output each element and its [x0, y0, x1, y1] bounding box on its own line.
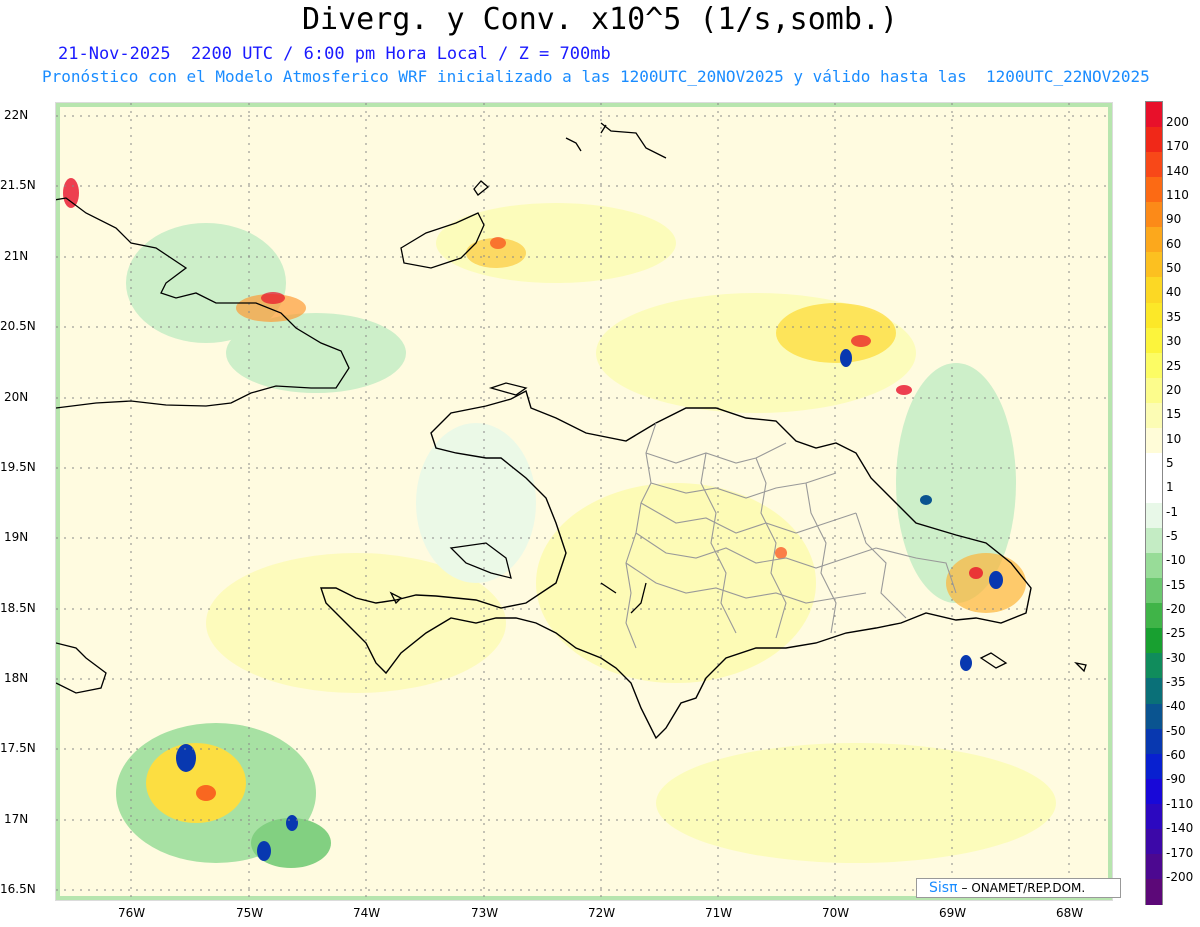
colorbar-label: -30	[1166, 650, 1186, 665]
colorbar-label: -50	[1166, 723, 1186, 738]
colorbar-label: -90	[1166, 772, 1186, 787]
colorbar-segment	[1146, 377, 1162, 404]
lat-label: 22N	[4, 108, 29, 122]
colorbar-segment	[1146, 628, 1162, 654]
colorbar-segment	[1146, 703, 1162, 730]
subtitle-date: 21-Nov-2025 2200 UTC / 6:00 pm Hora Loca…	[58, 44, 611, 64]
colorbar-segment	[1146, 302, 1162, 329]
colorbar-segment	[1146, 753, 1162, 780]
lat-label: 20.5N	[0, 319, 36, 333]
colorbar-segment	[1146, 728, 1162, 755]
colorbar-label: 50	[1166, 261, 1182, 276]
colorbar-label: -170	[1166, 845, 1194, 860]
lon-label: 71W	[705, 906, 733, 920]
lon-label: 74W	[353, 906, 381, 920]
lon-label: 73W	[471, 906, 499, 920]
lat-label: 18N	[4, 671, 29, 685]
subtitle-model: Pronóstico con el Modelo Atmosferico WRF…	[42, 67, 1150, 86]
colorbar-label: -25	[1166, 626, 1186, 641]
colorbar-segment	[1146, 578, 1162, 604]
colorbar-segment	[1146, 152, 1162, 178]
lat-label: 17N	[4, 812, 29, 826]
colorbar-segment	[1146, 678, 1162, 704]
colorbar-label: 40	[1166, 285, 1182, 300]
colorbar-segment	[1146, 452, 1162, 479]
lat-label: 19.5N	[0, 460, 36, 474]
lat-label: 21N	[4, 249, 29, 263]
colorbar-label: -200	[1166, 869, 1194, 884]
colorbar-segment	[1146, 528, 1162, 554]
colorbar-segment	[1146, 102, 1162, 128]
colorbar-label: 110	[1166, 188, 1189, 203]
colorbar-segment	[1146, 427, 1162, 454]
colorbar-label: 140	[1166, 163, 1189, 178]
lat-label: 19N	[4, 530, 29, 544]
lon-label: 76W	[118, 906, 146, 920]
colorbar-label: 30	[1166, 334, 1182, 349]
colorbar-label: -35	[1166, 675, 1186, 690]
colorbar-segment	[1146, 277, 1162, 303]
colorbar-segment	[1146, 252, 1162, 278]
colorbar-label: 25	[1166, 358, 1182, 373]
colorbar-segment	[1146, 653, 1162, 679]
colorbar-label: -20	[1166, 602, 1186, 616]
colorbar-segment	[1146, 202, 1162, 228]
colorbar-segment	[1146, 227, 1162, 253]
lon-label: 68W	[1056, 906, 1084, 920]
colorbar-label: -1	[1166, 504, 1178, 519]
colorbar-segment	[1146, 828, 1162, 855]
colorbar-segment	[1146, 177, 1162, 203]
colorbar-segment	[1146, 553, 1162, 579]
colorbar-segment	[1146, 778, 1162, 805]
colorbar-label: 35	[1166, 309, 1182, 324]
chart-title: Diverg. y Conv. x10^5 (1/s,somb.)	[301, 2, 899, 37]
lat-label: 17.5N	[0, 741, 36, 755]
colorbar-segment	[1146, 803, 1162, 830]
map-field	[56, 103, 1112, 900]
colorbar-label: 60	[1166, 236, 1182, 251]
colorbar-label: 5	[1166, 455, 1174, 470]
credit-text: – ONAMET/REP.DOM.	[961, 881, 1086, 895]
colorbar-label: 15	[1166, 407, 1182, 422]
colorbar-label: -40	[1166, 699, 1186, 714]
colorbar-label: -140	[1166, 821, 1194, 836]
colorbar-segment	[1146, 402, 1162, 429]
colorbar-segment	[1146, 853, 1162, 880]
lon-label: 72W	[588, 906, 616, 920]
colorbar-label: -60	[1166, 748, 1186, 763]
colorbar-label: 90	[1166, 212, 1182, 227]
colorbar-segment	[1146, 327, 1162, 354]
colorbar-label: 20	[1166, 382, 1182, 397]
colorbar-segment	[1146, 127, 1162, 153]
lat-label: 21.5N	[0, 178, 36, 192]
colorbar	[1145, 101, 1163, 905]
sispi-logo: Sisπ	[929, 880, 958, 896]
lon-label: 75W	[236, 906, 264, 920]
colorbar-label: 1	[1166, 480, 1174, 495]
lat-label: 16.5N	[0, 882, 36, 896]
lon-label: 70W	[822, 906, 850, 920]
colorbar-segment	[1146, 603, 1162, 629]
colorbar-label: -10	[1166, 553, 1186, 568]
colorbar-label: 170	[1166, 139, 1189, 154]
lat-label: 18.5N	[0, 601, 36, 615]
colorbar-segment	[1146, 352, 1162, 379]
colorbar-segment	[1146, 477, 1162, 504]
lat-label: 20N	[4, 390, 29, 404]
colorbar-label: -5	[1166, 528, 1178, 543]
colorbar-label: -110	[1166, 796, 1194, 811]
credit-box: Sisπ – ONAMET/REP.DOM.	[916, 878, 1121, 898]
colorbar-label: 200	[1166, 115, 1189, 129]
forecast-map	[55, 102, 1113, 901]
lon-label: 69W	[939, 906, 967, 920]
colorbar-label: 10	[1166, 431, 1182, 446]
colorbar-segment	[1146, 503, 1162, 529]
colorbar-label: -15	[1166, 577, 1186, 592]
colorbar-segment	[1146, 878, 1162, 905]
